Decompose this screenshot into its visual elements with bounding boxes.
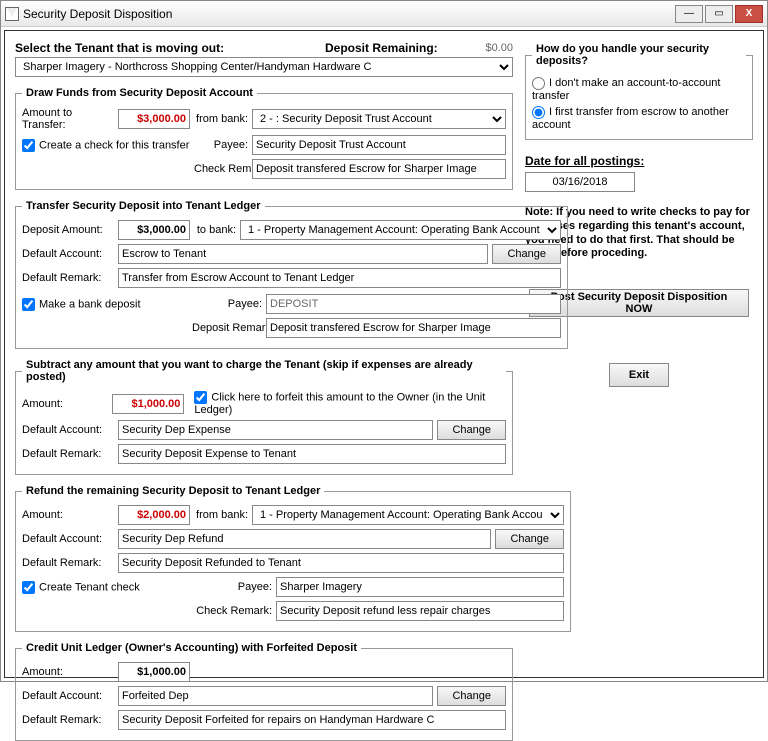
refund-account-input[interactable] [118, 529, 491, 549]
credit-account-input[interactable] [118, 686, 433, 706]
refund-legend: Refund the remaining Security Deposit to… [22, 485, 324, 497]
from-bank-label: from bank: [194, 113, 248, 125]
window-title: Security Deposit Disposition [23, 7, 675, 21]
date-postings-label: Date for all postings: [525, 154, 753, 168]
refund-amount-label: Amount: [22, 509, 114, 521]
make-deposit-checkbox[interactable] [22, 298, 35, 311]
refund-group: Refund the remaining Security Deposit to… [15, 485, 571, 632]
credit-remark-label: Default Remark: [22, 714, 114, 726]
default-remark-label: Default Remark: [22, 272, 114, 284]
refund-account-label: Default Account: [22, 533, 114, 545]
credit-group: Credit Unit Ledger (Owner's Accounting) … [15, 642, 513, 741]
transfer-legend: Transfer Security Deposit into Tenant Le… [22, 200, 265, 212]
credit-change-button[interactable]: Change [437, 686, 506, 706]
forfeit-checkbox-label[interactable]: Click here to forfeit this amount to the… [194, 391, 506, 416]
select-tenant-label: Select the Tenant that is moving out: [15, 41, 325, 55]
default-remark-input[interactable] [118, 268, 561, 288]
tenant-select[interactable]: Sharper Imagery - Northcross Shopping Ce… [15, 57, 513, 77]
change-account-button[interactable]: Change [492, 244, 561, 264]
refund-remark-label: Default Remark: [22, 557, 114, 569]
content-area: Select the Tenant that is moving out: De… [4, 30, 764, 678]
app-icon [5, 7, 19, 21]
left-column: Select the Tenant that is moving out: De… [15, 41, 513, 741]
transfer-payee-input [266, 294, 561, 314]
escrow-transfer-option[interactable]: I first transfer from escrow to another … [532, 106, 729, 131]
default-account-label: Default Account: [22, 248, 114, 260]
draw-funds-legend: Draw Funds from Security Deposit Account [22, 87, 257, 99]
refund-change-button[interactable]: Change [495, 529, 564, 549]
amount-transfer-input[interactable] [118, 109, 190, 129]
handle-deposits-legend: How do you handle your security deposits… [532, 43, 746, 67]
credit-amount-label: Amount: [22, 666, 114, 678]
subtract-amount-label: Amount: [22, 398, 108, 410]
deposit-remaining-value: $0.00 [438, 42, 513, 54]
deposit-remark-label: Deposit Remark: [192, 322, 262, 334]
subtract-remark-label: Default Remark: [22, 448, 114, 460]
transfer-group: Transfer Security Deposit into Tenant Le… [15, 200, 568, 349]
escrow-transfer-radio[interactable] [532, 106, 545, 119]
titlebar: Security Deposit Disposition — ▭ X [1, 1, 767, 27]
exit-button[interactable]: Exit [609, 363, 669, 387]
to-bank-label: to bank: [194, 224, 236, 236]
refund-from-bank-label: from bank: [194, 509, 248, 521]
to-bank-select[interactable]: 1 - Property Management Account: Operati… [240, 220, 561, 240]
date-postings-input[interactable] [525, 172, 635, 192]
draw-funds-group: Draw Funds from Security Deposit Account… [15, 87, 513, 190]
subtract-legend: Subtract any amount that you want to cha… [22, 359, 506, 383]
no-transfer-option[interactable]: I don't make an account-to-account trans… [532, 77, 720, 102]
subtract-account-input[interactable] [118, 420, 433, 440]
credit-remark-input[interactable] [118, 710, 506, 730]
refund-check-remark-label: Check Remark: [192, 605, 272, 617]
deposit-remaining-label: Deposit Remaining: [325, 41, 438, 55]
minimize-button[interactable]: — [675, 5, 703, 23]
deposit-amount-input[interactable] [118, 220, 190, 240]
no-transfer-radio[interactable] [532, 77, 545, 90]
create-tenant-check-checkbox[interactable] [22, 581, 35, 594]
refund-amount-input[interactable] [118, 505, 190, 525]
subtract-account-label: Default Account: [22, 424, 114, 436]
maximize-button[interactable]: ▭ [705, 5, 733, 23]
window-controls: — ▭ X [675, 5, 763, 23]
amount-transfer-label: Amount to Transfer: [22, 107, 114, 131]
transfer-payee-label: Payee: [192, 298, 262, 310]
create-tenant-check-label[interactable]: Create Tenant check [22, 581, 188, 594]
subtract-change-button[interactable]: Change [437, 420, 506, 440]
credit-legend: Credit Unit Ledger (Owner's Accounting) … [22, 642, 361, 654]
make-deposit-checkbox-label[interactable]: Make a bank deposit [22, 298, 188, 311]
handle-deposits-group: How do you handle your security deposits… [525, 43, 753, 140]
app-window: Security Deposit Disposition — ▭ X Selec… [0, 0, 768, 682]
subtract-remark-input[interactable] [118, 444, 506, 464]
default-account-input[interactable] [118, 244, 488, 264]
refund-payee-input[interactable] [276, 577, 564, 597]
subtract-group: Subtract any amount that you want to cha… [15, 359, 513, 475]
payee-input[interactable] [252, 135, 506, 155]
deposit-remark-input[interactable] [266, 318, 561, 338]
refund-check-remark-input[interactable] [276, 601, 564, 621]
subtract-amount-input[interactable] [112, 394, 184, 414]
from-bank-select[interactable]: 2 - : Security Deposit Trust Account [252, 109, 506, 129]
credit-account-label: Default Account: [22, 690, 114, 702]
deposit-amount-label: Deposit Amount: [22, 224, 114, 236]
credit-amount-input[interactable] [118, 662, 190, 682]
create-check-checkbox[interactable] [22, 139, 35, 152]
check-remark-input[interactable] [252, 159, 506, 179]
check-remark-label: Check Remark: [194, 163, 248, 175]
refund-from-bank-select[interactable]: 1 - Property Management Account: Operati… [252, 505, 564, 525]
create-check-checkbox-label[interactable]: Create a check for this transfer [22, 139, 190, 152]
refund-payee-label: Payee: [192, 581, 272, 593]
refund-remark-input[interactable] [118, 553, 564, 573]
forfeit-checkbox[interactable] [194, 391, 207, 404]
close-button[interactable]: X [735, 5, 763, 23]
payee-label: Payee: [194, 139, 248, 151]
